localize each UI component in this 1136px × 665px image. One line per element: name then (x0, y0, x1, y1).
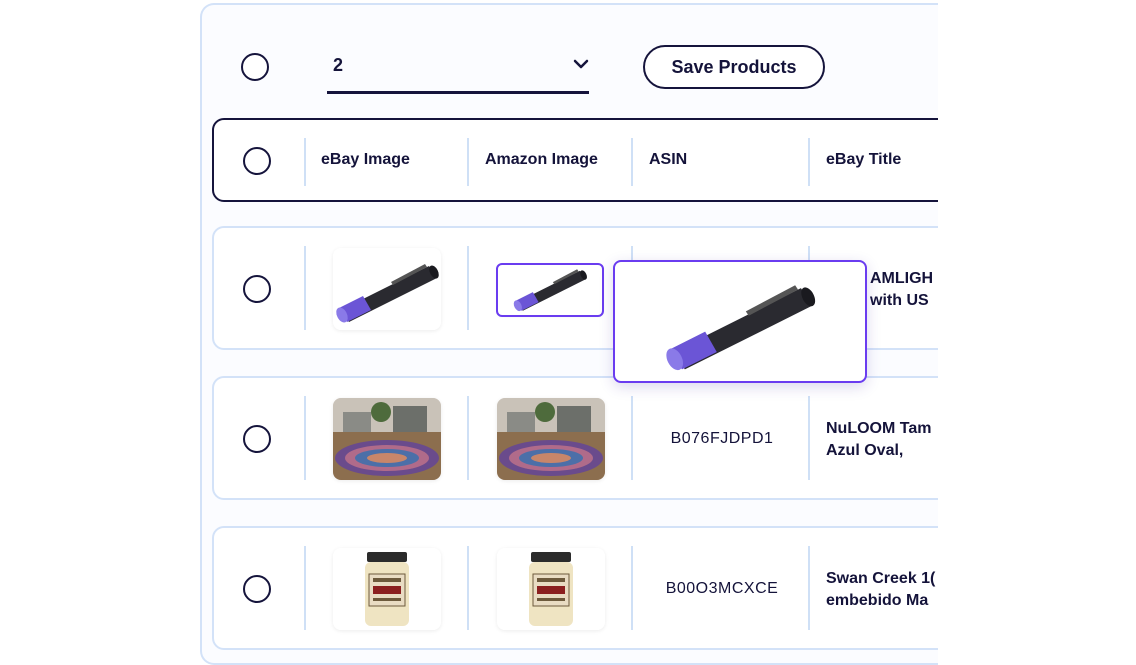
ebay-title: NuLOOM Tam Azul Oval, (826, 418, 931, 462)
amazon-image[interactable] (497, 548, 605, 630)
column-divider (304, 396, 306, 480)
select-all-radio[interactable] (241, 53, 269, 81)
chevron-down-icon (573, 57, 589, 75)
ebay-title: Swan Creek 1( embebido Ma (826, 568, 935, 612)
column-divider (304, 246, 306, 330)
column-header-ebay-title: eBay Title (826, 151, 902, 168)
ebay-title-line: embebido Ma (826, 592, 929, 609)
row-select-radio[interactable] (243, 275, 271, 303)
column-divider (808, 138, 810, 186)
ebay-image[interactable] (333, 398, 441, 480)
column-divider (808, 546, 810, 630)
asin-value: B076FJDPD1 (670, 430, 774, 447)
ebay-image[interactable] (333, 248, 441, 330)
column-divider (467, 138, 469, 186)
column-divider (631, 138, 633, 186)
column-divider (631, 546, 633, 630)
row-select-radio[interactable] (243, 575, 271, 603)
amazon-image[interactable] (496, 263, 604, 317)
column-divider (631, 396, 633, 480)
ebay-title-line: with US (870, 292, 929, 309)
ebay-title-line: NuLOOM Tam (826, 420, 932, 437)
row-select-radio[interactable] (243, 425, 271, 453)
column-header-asin: ASIN (649, 151, 688, 168)
ebay-title-line: Swan Creek 1( (826, 570, 936, 587)
column-divider (808, 396, 810, 480)
column-header-amazon-image: Amazon Image (485, 151, 598, 168)
ebay-image[interactable] (333, 548, 441, 630)
save-products-button[interactable]: Save Products (643, 45, 825, 89)
page-select-value: 2 (333, 55, 344, 75)
table-header: eBay Image Amazon Image ASIN eBay Title (212, 118, 938, 202)
table-row: B076FJDPD1 NuLOOM Tam Azul Oval, (212, 376, 938, 500)
column-divider (304, 138, 306, 186)
ebay-title: AMLIGH with US (870, 268, 933, 312)
column-header-ebay-image: eBay Image (321, 151, 410, 168)
column-divider (467, 396, 469, 480)
ebay-title-line: AMLIGH (870, 270, 934, 287)
image-zoom-preview (613, 260, 867, 383)
header-select-radio[interactable] (243, 147, 271, 175)
page-select[interactable]: 2 (327, 45, 589, 94)
asin-value: B00O3MCXCE (665, 580, 779, 597)
column-divider (304, 546, 306, 630)
column-divider (467, 546, 469, 630)
column-divider (467, 246, 469, 330)
table-row: B00O3MCXCE Swan Creek 1( embebido Ma (212, 526, 938, 650)
amazon-image[interactable] (497, 398, 605, 480)
ebay-title-line: Azul Oval, (826, 442, 904, 459)
